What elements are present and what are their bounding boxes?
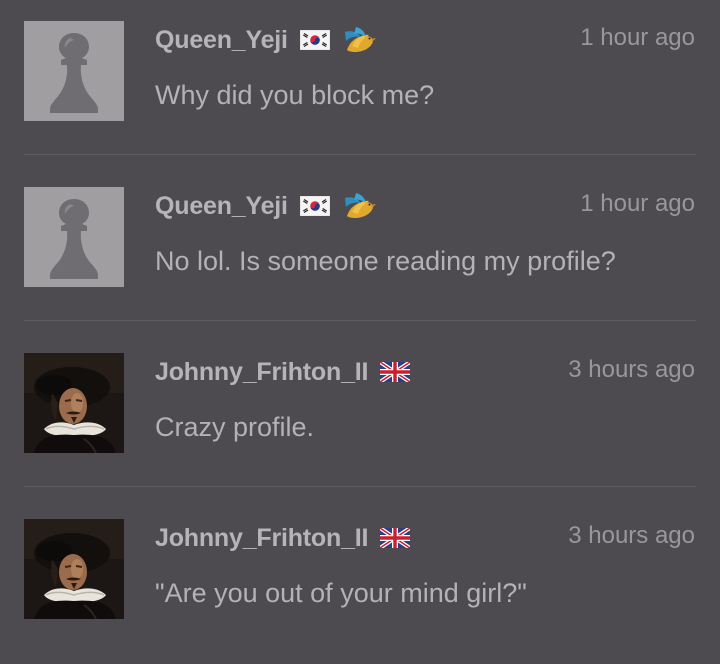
message-item: Johnny_Frihton_II 3 hours ago Crazy prof… (0, 332, 720, 498)
portrait-image (24, 353, 124, 453)
portrait-avatar[interactable] (24, 519, 124, 619)
username-link[interactable]: Queen_Yeji (155, 192, 288, 221)
message-text: Why did you block me? (155, 80, 435, 110)
pawn-avatar[interactable] (24, 21, 124, 121)
pawn-icon (24, 187, 124, 287)
timestamp: 3 hours ago (568, 522, 695, 549)
bird-icon (342, 24, 376, 56)
divider (24, 320, 696, 321)
divider (24, 486, 696, 487)
message-feed: Queen_Yeji 1 hour ago Why did you block … (0, 0, 720, 648)
south-korea-flag-icon (300, 196, 330, 216)
divider (24, 154, 696, 155)
united-kingdom-flag-icon (380, 362, 410, 382)
message-header: Queen_Yeji (155, 188, 376, 224)
message-header: Johnny_Frihton_II (155, 520, 410, 556)
username-link[interactable]: Johnny_Frihton_II (155, 524, 368, 553)
pawn-icon (24, 21, 124, 121)
timestamp: 3 hours ago (568, 356, 695, 383)
message-text: "Are you out of your mind girl?" (155, 578, 527, 608)
message-header: Queen_Yeji (155, 22, 376, 58)
message-text: No lol. Is someone reading my profile? (155, 246, 616, 276)
portrait-avatar[interactable] (24, 353, 124, 453)
username-link[interactable]: Johnny_Frihton_II (155, 358, 368, 387)
timestamp: 1 hour ago (580, 24, 695, 51)
bird-icon (342, 190, 376, 222)
pawn-avatar[interactable] (24, 187, 124, 287)
username-link[interactable]: Queen_Yeji (155, 26, 288, 55)
portrait-image (24, 519, 124, 619)
message-item: Johnny_Frihton_II 3 hours ago "Are you o… (0, 498, 720, 664)
message-item: Queen_Yeji 1 hour ago No lol. Is someone… (0, 166, 720, 332)
south-korea-flag-icon (300, 30, 330, 50)
timestamp: 1 hour ago (580, 190, 695, 217)
message-header: Johnny_Frihton_II (155, 354, 410, 390)
united-kingdom-flag-icon (380, 528, 410, 548)
message-text: Crazy profile. (155, 412, 315, 442)
message-item: Queen_Yeji 1 hour ago Why did you block … (0, 0, 720, 166)
